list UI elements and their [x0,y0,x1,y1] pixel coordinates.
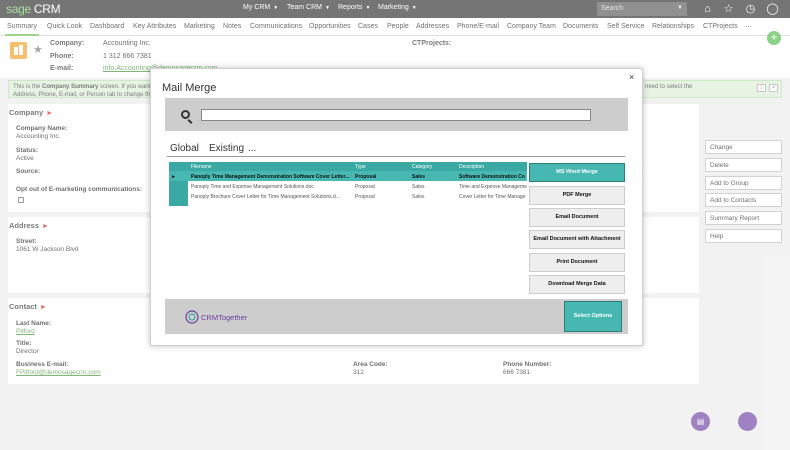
email-document-attachment-button[interactable]: Email Document with Attachment [529,230,625,249]
grid-header: Filename Type Category Description [169,162,527,171]
row-pointer-icon: ► [171,174,176,180]
table-row[interactable]: ► Panoply Time Management Demonstration … [169,171,527,181]
table-row[interactable]: Panoply Brochure Cover Letter for Time M… [169,191,527,201]
search-icon [181,110,190,119]
column-description[interactable]: Description [459,164,484,170]
tab-more[interactable]: ... [248,143,256,154]
column-filename[interactable]: Filename [191,164,212,170]
close-icon[interactable]: × [629,72,634,82]
tab-existing[interactable]: Existing [209,143,244,154]
mail-merge-search-input[interactable] [201,109,591,121]
column-category[interactable]: Category [412,164,432,170]
search-band [165,98,628,131]
template-grid: Filename Type Category Description ► Pan… [169,162,527,206]
table-row[interactable]: Panoply Time and Expense Management Solu… [169,181,527,191]
crmtogether-logo: CRMTogether [184,309,266,327]
print-document-button[interactable]: Print Document [529,253,625,272]
column-type[interactable]: Type [355,164,366,170]
download-merge-data-button[interactable]: Download Merge Data [529,275,625,294]
dialog-footer: CRMTogether Select Options [165,299,628,334]
email-document-button[interactable]: Email Document [529,208,625,227]
tab-divider [167,156,625,157]
mail-merge-dialog: Mail Merge × Global Existing ... Filenam… [150,68,643,346]
select-options-button[interactable]: Select Options [564,301,622,332]
ms-word-merge-button[interactable]: MS Word Merge [529,163,625,182]
crmtogether-logo-icon [185,310,199,324]
pdf-merge-button[interactable]: PDF Merge [529,186,625,205]
dialog-title: Mail Merge [162,82,217,94]
tab-global[interactable]: Global [170,143,199,154]
